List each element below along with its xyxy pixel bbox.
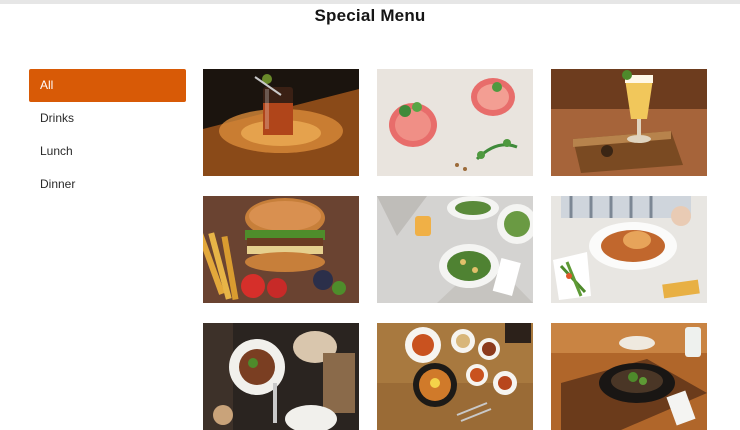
category-filter-lunch[interactable]: Lunch (29, 135, 186, 168)
gallery-image-seafood-dinner[interactable] (551, 196, 707, 303)
gallery-image-burger-fries[interactable] (203, 196, 359, 303)
gallery-image-salad-plates[interactable] (377, 196, 533, 303)
category-filter-dinner[interactable]: Dinner (29, 168, 186, 201)
gallery-image-beer-on-crate[interactable] (551, 69, 707, 176)
page-title: Special Menu (314, 6, 426, 25)
category-filter-all[interactable]: All (29, 69, 186, 102)
gallery-image-dark-cocktail[interactable] (203, 69, 359, 176)
gallery-image-pink-drinks[interactable] (377, 69, 533, 176)
top-border (0, 0, 740, 4)
category-sidebar: All Drinks Lunch Dinner (29, 69, 186, 201)
gallery-image-grilled-dish[interactable] (551, 323, 707, 430)
gallery-image-korean-spread[interactable] (377, 323, 533, 430)
category-filter-drinks[interactable]: Drinks (29, 102, 186, 135)
gallery-image-dinner-table[interactable] (203, 323, 359, 430)
